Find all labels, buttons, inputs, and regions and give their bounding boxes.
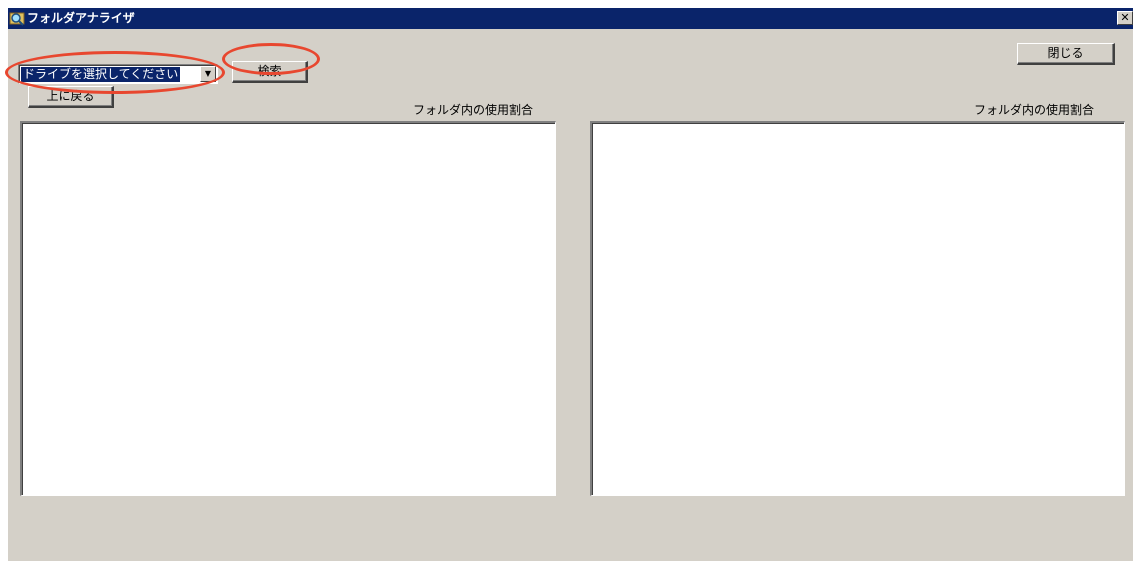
close-button[interactable]: 閉じる bbox=[1017, 43, 1115, 65]
up-button[interactable]: 上に戻る bbox=[28, 86, 114, 108]
chevron-down-icon[interactable]: ▼ bbox=[200, 66, 216, 82]
app-icon bbox=[9, 10, 25, 26]
right-panel-caption: フォルダ内の使用割合 bbox=[974, 103, 1095, 117]
close-icon[interactable]: ✕ bbox=[1117, 11, 1133, 25]
right-usage-panel[interactable] bbox=[590, 121, 1125, 496]
left-usage-panel[interactable] bbox=[20, 121, 556, 496]
drive-select[interactable]: ドライブを選択してください ▼ bbox=[18, 64, 218, 84]
folder-analyzer-window: フォルダアナライザ ✕ ドライブを選択してください ▼ 検索 上に戻る 閉じる … bbox=[5, 8, 1133, 561]
window-title: フォルダアナライザ bbox=[27, 11, 135, 25]
left-panel-caption: フォルダ内の使用割合 bbox=[413, 103, 534, 117]
search-button[interactable]: 検索 bbox=[232, 61, 308, 83]
drive-select-value: ドライブを選択してください bbox=[21, 67, 181, 82]
title-bar: フォルダアナライザ ✕ bbox=[8, 8, 1133, 29]
